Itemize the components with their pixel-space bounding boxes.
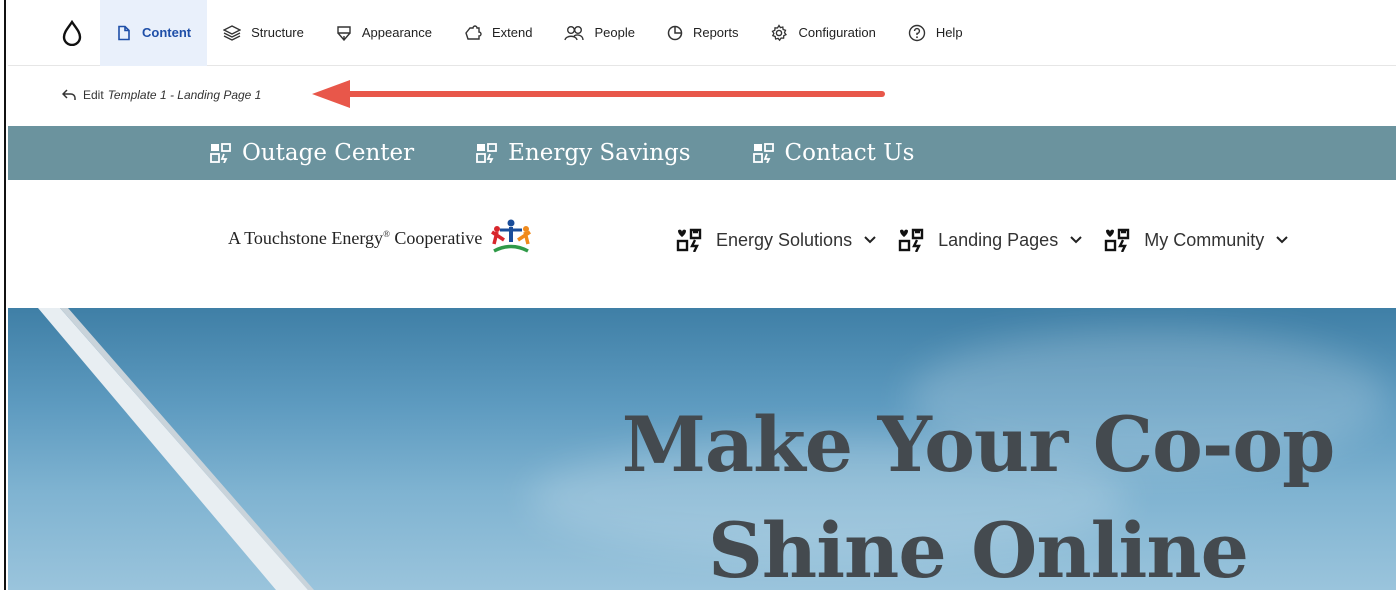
nav-item-label: Energy Solutions [716,229,853,250]
hero-banner: Make Your Co-op Shine Online [8,308,1396,590]
gear-icon [772,23,788,41]
hero-title: Make Your Co-op Shine Online [608,392,1348,590]
edit-link[interactable]: Edit [83,88,104,102]
utility-link-contact-us[interactable]: Contact Us [752,140,915,166]
utility-link-energy-savings[interactable]: Energy Savings [476,140,691,166]
brush-icon [337,25,351,41]
toolbar-item-configuration[interactable]: Configuration [754,0,891,66]
back-arrow-icon[interactable] [62,89,76,101]
puzzle-icon [465,24,482,40]
chevron-down-icon [1070,236,1082,244]
grid-icon [210,143,231,163]
toolbar-item-reports[interactable]: Reports [651,0,755,66]
nav-item-energy-solutions[interactable]: Energy Solutions [676,228,876,252]
people-icon [564,25,585,40]
chevron-down-icon [864,236,876,244]
utility-link-label: Outage Center [242,140,415,166]
nav-item-landing-pages[interactable]: Landing Pages [898,228,1082,252]
toolbar-item-content[interactable]: Content [100,0,208,66]
grid-icon [1105,228,1130,252]
toolbar-item-label: Appearance [361,25,432,40]
file-icon [118,25,130,40]
utility-link-outage-center[interactable]: Outage Center [210,140,414,166]
grid-icon [476,143,498,163]
grid-icon [676,228,702,252]
nav-item-my-community[interactable]: My Community [1104,228,1288,252]
admin-toolbar: Content Structure Appearance Extend Peop… [8,0,1396,66]
drupal-logo-icon[interactable] [44,0,100,66]
toolbar-item-label: Structure [251,25,304,40]
toolbar-item-label: Extend [491,25,533,40]
brand-text: A Touchstone Energy® Cooperative [228,227,483,248]
template-name[interactable]: Template 1 - Landing Page 1 [108,88,262,102]
nav-item-label: My Community [1144,229,1265,250]
toolbar-item-extend[interactable]: Extend [448,0,548,66]
touchstone-brand[interactable]: A Touchstone Energy® Cooperative [228,218,534,258]
window-left-edge [0,0,6,590]
toolbar-item-appearance[interactable]: Appearance [320,0,448,66]
toolbar-item-help[interactable]: Help [892,0,979,66]
hero-title-line: Make Your Co-op [621,400,1336,489]
main-nav: Energy Solutions Landing Pages My Commun… [676,228,1288,252]
annotation-arrow [312,80,885,108]
hero-title-line: Shine Online [708,506,1249,590]
utility-bar: Outage Center Energy Savings Contact Us [8,126,1396,180]
pie-chart-icon [667,25,683,40]
toolbar-item-label: Help [935,25,963,40]
toolbar-item-structure[interactable]: Structure [207,0,320,66]
toolbar-item-label: Reports [692,25,739,40]
touchstone-logo-icon [491,219,532,253]
wind-turbine-blade [38,308,314,590]
toolbar-item-label: Content [142,25,192,40]
grid-icon [752,143,774,163]
utility-link-label: Contact Us [784,140,915,166]
layers-icon [223,24,242,41]
toolbar-item-label: Configuration [798,25,876,40]
help-icon [908,24,926,41]
toolbar-item-label: People [594,25,635,40]
grid-icon [898,228,924,252]
nav-item-label: Landing Pages [938,229,1059,250]
toolbar-item-people[interactable]: People [548,0,650,66]
site-header: A Touchstone Energy® Cooperative Energy … [8,180,1396,308]
utility-link-label: Energy Savings [508,140,691,166]
chevron-down-icon [1276,236,1288,244]
